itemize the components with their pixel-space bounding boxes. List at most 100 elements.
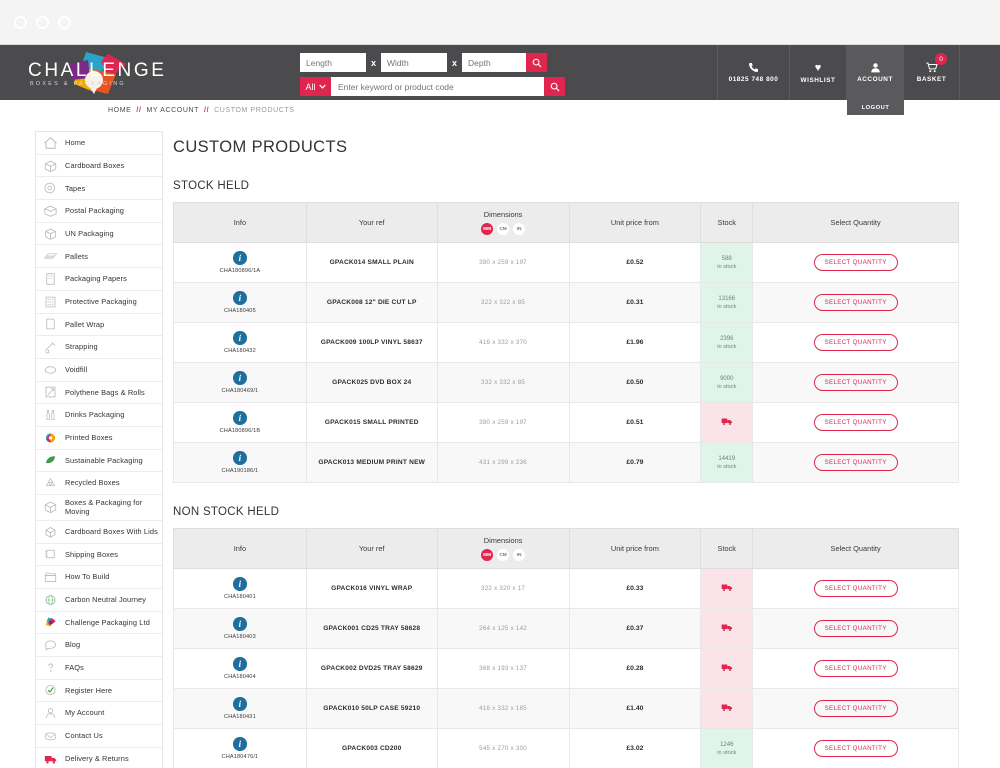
logout-button[interactable]: LOGOUT	[847, 100, 904, 115]
product-ref-code: CHA190186/1	[221, 467, 259, 474]
column-header-label: Select Quantity	[830, 544, 881, 553]
select-quantity-button[interactable]: SELECT QUANTITY	[813, 454, 898, 471]
unit-toggle-cm[interactable]: CM	[497, 549, 510, 561]
cell-info: i CHA180404	[173, 648, 307, 689]
keyword-search-button[interactable]	[544, 77, 565, 96]
product-ref-code: CHA180896/1B	[219, 427, 261, 434]
breadcrumb-separator: //	[136, 106, 142, 114]
info-icon[interactable]: i	[233, 251, 247, 265]
info-icon[interactable]: i	[233, 737, 247, 751]
select-quantity-button[interactable]: SELECT QUANTITY	[813, 580, 898, 597]
dimensions-value: 322 x 322 x 85	[481, 299, 526, 306]
info-icon[interactable]: i	[233, 577, 247, 591]
unit-price-value: £0.31	[626, 299, 644, 306]
search-length-input[interactable]	[300, 53, 366, 72]
sidebar-item-label: Delivery & Returns	[65, 753, 129, 763]
unit-price-value: £1.40	[626, 705, 644, 712]
cell-stock: 9000 in stock	[700, 362, 754, 403]
phone-label: 01825 748 800	[728, 76, 779, 83]
cell-unit-price: £0.79	[568, 442, 702, 483]
cell-your-ref: GPACK003 CD200	[305, 728, 438, 768]
breadcrumb-item-my-account[interactable]: MY ACCOUNT	[147, 107, 200, 114]
cell-select-quantity: SELECT QUANTITY	[752, 442, 959, 483]
recycle-icon	[42, 476, 59, 491]
sidebar-item-label: Postal Packaging	[65, 206, 125, 216]
select-quantity-button[interactable]: SELECT QUANTITY	[813, 620, 898, 637]
info-icon[interactable]: i	[233, 371, 247, 385]
info-icon[interactable]: i	[233, 657, 247, 671]
table-row: i CHA190186/1 GPACK013 MEDIUM PRINT NEW 431…	[173, 442, 959, 483]
select-quantity-button[interactable]: SELECT QUANTITY	[813, 334, 898, 351]
info-icon[interactable]: i	[233, 617, 247, 631]
info-icon[interactable]: i	[233, 697, 247, 711]
cell-stock	[700, 648, 754, 689]
dimension-search-button[interactable]	[526, 53, 547, 72]
cell-stock	[700, 688, 754, 729]
unit-toggle-group: MM CM IN	[438, 549, 569, 561]
search-category-select[interactable]: All	[300, 77, 331, 96]
bubble-wrap-icon	[42, 294, 59, 309]
stock-quantity: 13166	[718, 295, 736, 302]
window-minimize-dot[interactable]	[36, 15, 49, 29]
chevron-down-icon	[318, 84, 326, 89]
dimensions-value: 264 x 125 x 142	[479, 625, 527, 632]
window-close-dot[interactable]	[14, 15, 27, 29]
info-icon[interactable]: i	[233, 411, 247, 425]
voidfill-icon	[42, 362, 59, 377]
wishlist-button[interactable]: ♥ WISHLIST	[789, 45, 846, 100]
basket-button[interactable]: BASKET 0	[903, 45, 960, 100]
select-quantity-button[interactable]: SELECT QUANTITY	[813, 374, 898, 391]
phone-number[interactable]: 01825 748 800	[717, 45, 789, 100]
delivery-truck-icon	[721, 663, 733, 675]
cell-unit-price: £0.33	[568, 568, 702, 609]
search-keyword-input[interactable]	[331, 77, 544, 96]
select-quantity-button[interactable]: SELECT QUANTITY	[813, 660, 898, 677]
your-ref-value: GPACK008 12" DIE CUT LP	[326, 299, 417, 306]
product-ref-code: CHA180404	[224, 673, 256, 680]
unit-price-value: £1.96	[626, 339, 644, 346]
search-depth-input[interactable]	[462, 53, 526, 72]
column-header-label: Stock	[717, 218, 736, 227]
cell-unit-price: £0.52	[568, 242, 702, 283]
cart-icon	[925, 62, 938, 73]
unit-toggle-mm[interactable]: MM	[481, 549, 494, 561]
sidebar: Home Cardboard Boxes Tapes Postal Packaging…	[0, 120, 163, 768]
search-width-input[interactable]	[381, 53, 447, 72]
account-button[interactable]: ACCOUNT LOGOUT	[846, 45, 904, 115]
select-quantity-button[interactable]: SELECT QUANTITY	[813, 700, 898, 717]
info-icon[interactable]: i	[233, 331, 247, 345]
select-quantity-button[interactable]: SELECT QUANTITY	[813, 414, 898, 431]
un-box-icon	[42, 226, 59, 241]
unit-toggle-cm[interactable]: CM	[497, 223, 510, 235]
your-ref-value: GPACK010 50LP CASE 59210	[323, 705, 421, 712]
cell-dimensions: 431 x 299 x 236	[436, 442, 570, 483]
window-maximize-dot[interactable]	[58, 15, 71, 29]
cell-dimensions: 380 x 259 x 197	[436, 402, 570, 443]
cell-dimensions: 322 x 322 x 85	[436, 282, 570, 323]
unit-toggle-in[interactable]: IN	[513, 223, 526, 235]
section-title: STOCK HELD	[173, 180, 250, 192]
basket-count-badge: 0	[935, 53, 947, 65]
column-header-stock: Stock	[700, 528, 754, 569]
stock-status-label: in stock	[717, 303, 737, 310]
column-header-dimensions: Dimensions MM CM IN	[436, 528, 570, 569]
product-ref-code: CHA180431	[224, 713, 256, 720]
site-logo[interactable]: CHALLENGE BOXES & PACKAGING	[0, 45, 295, 100]
table-row: i CHA180431 GPACK010 50LP CASE 59210 416 x …	[173, 688, 959, 729]
unit-toggle-in[interactable]: IN	[513, 549, 526, 561]
info-icon[interactable]: i	[233, 291, 247, 305]
stock-status-label: in stock	[717, 343, 737, 350]
search-icon	[532, 58, 541, 67]
column-header-label: Stock	[717, 544, 736, 553]
your-ref-value: GPACK016 VINYL WRAP	[331, 585, 413, 592]
your-ref-value: GPACK015 SMALL PRINTED	[324, 419, 419, 426]
breadcrumb-item-home[interactable]: HOME	[108, 107, 131, 114]
product-ref-code: CHA180476/1	[221, 753, 259, 760]
cell-info: i CHA180469/1	[173, 362, 307, 403]
unit-toggle-mm[interactable]: MM	[481, 223, 494, 235]
info-icon[interactable]: i	[233, 451, 247, 465]
sidebar-item-label: How To Build	[65, 572, 110, 582]
select-quantity-button[interactable]: SELECT QUANTITY	[813, 254, 898, 271]
select-quantity-button[interactable]: SELECT QUANTITY	[813, 740, 898, 757]
select-quantity-button[interactable]: SELECT QUANTITY	[813, 294, 898, 311]
